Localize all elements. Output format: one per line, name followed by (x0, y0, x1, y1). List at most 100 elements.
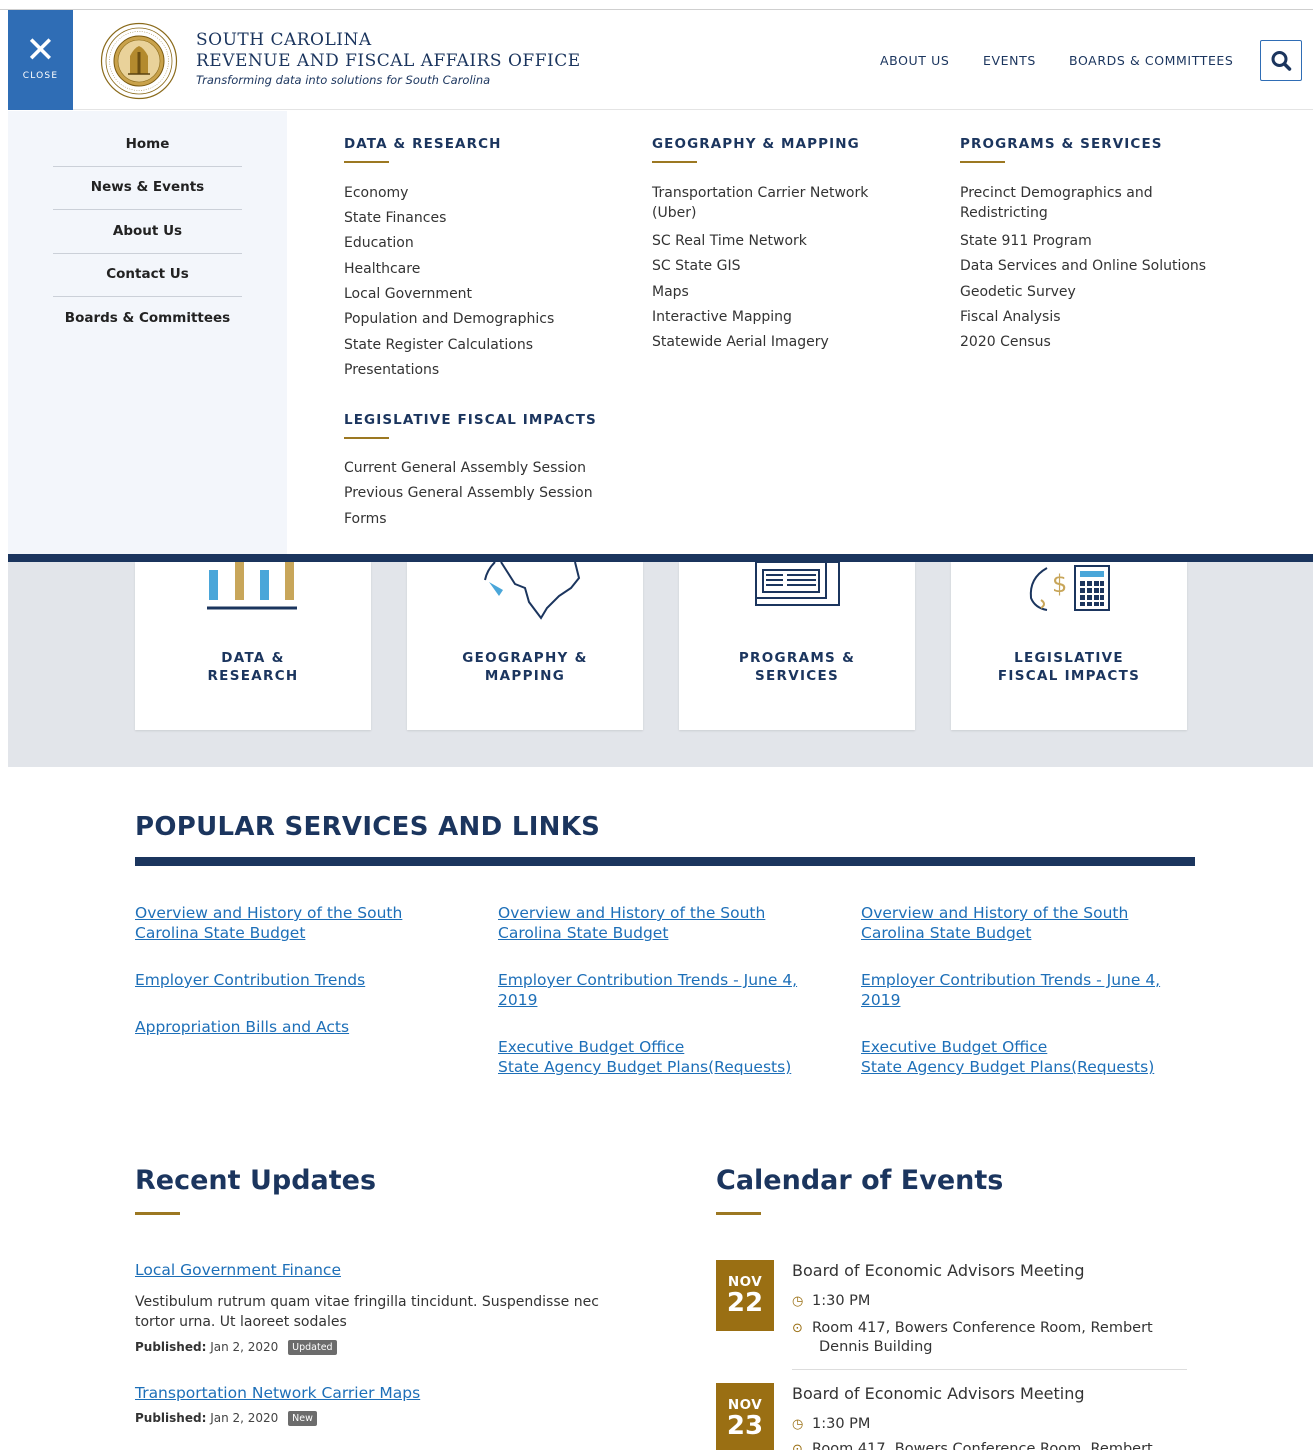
popular-link-employer-contribution[interactable]: Employer Contribution Trends (135, 970, 365, 990)
search-button[interactable] (1260, 40, 1302, 81)
site-name[interactable]: SOUTH CAROLINA REVENUE AND FISCAL AFFAIR… (196, 30, 581, 87)
status-badge: New (288, 1411, 317, 1426)
close-menu-button[interactable]: ✕ CLOSE (8, 10, 73, 110)
menu-link-sc-real-time-network[interactable]: SC Real Time Network (652, 231, 807, 251)
event-title[interactable]: Board of Economic Advisors Meeting (792, 1384, 1085, 1403)
top-border (0, 0, 1313, 10)
menu-link-economy[interactable]: Economy (344, 183, 408, 203)
event-date-badge: NOV 23 (716, 1383, 774, 1450)
link-line2: Carolina State Budget (135, 924, 306, 942)
menu-heading-legislative-fiscal-impacts[interactable]: LEGISLATIVE FISCAL IMPACTS (344, 412, 597, 428)
menu-heading-programs-services[interactable]: PROGRAMS & SERVICES (960, 136, 1163, 152)
recent-updates-underline (135, 1212, 180, 1215)
menu-link-interactive-mapping[interactable]: Interactive Mapping (652, 307, 792, 327)
event-location: ⊙ Room 417, Bowers Conference Room, Rembe… (792, 1319, 1153, 1356)
event-location-line2: Dennis Building (819, 1339, 933, 1355)
menu-link-state-911-program[interactable]: State 911 Program (960, 231, 1092, 251)
menu-link-statewide-aerial-imagery[interactable]: Statewide Aerial Imagery (652, 332, 829, 352)
link-line2: Carolina State Budget (861, 924, 1032, 942)
sidebar-divider (53, 296, 242, 297)
recent-update-meta: Published: Jan 2, 2020 Updated (135, 1340, 337, 1355)
heading-underline (960, 161, 1005, 163)
menu-link-transportation-carrier-network[interactable]: Transportation Carrier Network (Uber) (652, 183, 882, 223)
sidebar-item-about-us[interactable]: About Us (53, 223, 242, 239)
menu-link-sc-state-gis[interactable]: SC State GIS (652, 256, 740, 276)
event-time-text: 1:30 PM (812, 1293, 871, 1309)
recent-update-link[interactable]: Local Government Finance (135, 1261, 341, 1279)
menu-link-fiscal-analysis[interactable]: Fiscal Analysis (960, 307, 1061, 327)
menu-link-precinct-demographics[interactable]: Precinct Demographics and Redistricting (960, 183, 1170, 223)
menu-link-state-finances[interactable]: State Finances (344, 208, 446, 228)
menu-link-data-services[interactable]: Data Services and Online Solutions (960, 256, 1206, 276)
search-icon (1271, 51, 1292, 71)
sidebar-divider (53, 209, 242, 210)
site-tagline: Transforming data into solutions for Sou… (196, 73, 491, 87)
link-line1: Executive Budget Office (861, 1038, 1048, 1056)
tile-legislative-fiscal-impacts[interactable]: $ LEGISLATIVE FISCAL IMPACTS (951, 562, 1187, 730)
nav-events[interactable]: EVENTS (983, 53, 1036, 68)
map-pin-icon: ⊙ (792, 1442, 803, 1450)
tile-programs-services[interactable]: PROGRAMS & SERVICES (679, 562, 915, 730)
svg-text:$: $ (1052, 570, 1067, 598)
menu-link-education[interactable]: Education (344, 233, 414, 253)
popular-link-employer-contribution-2019[interactable]: Employer Contribution Trends - June 4, 20… (498, 970, 797, 1010)
mega-menu-sidebar: Home News & Events About Us Contact Us B… (8, 111, 287, 554)
site-header: ✕ CLOSE SOUTH CAROLINA REVENUE AND FISCA… (8, 10, 1313, 110)
heading-underline (344, 437, 389, 439)
state-map-icon (484, 562, 581, 620)
menu-link-local-government[interactable]: Local Government (344, 284, 472, 304)
menu-link-healthcare[interactable]: Healthcare (344, 259, 420, 279)
state-seal-logo[interactable] (100, 22, 178, 100)
event-divider (792, 1369, 1187, 1370)
event-location-line1: Room 417, Bowers Conference Room, Rember… (812, 1320, 1153, 1336)
link-line2: Carolina State Budget (498, 924, 669, 942)
menu-link-forms[interactable]: Forms (344, 509, 387, 529)
menu-link-previous-session[interactable]: Previous General Assembly Session (344, 483, 593, 503)
event-location: ⊙ Room 417, Bowers Conference Room, Rembe… (792, 1440, 1153, 1450)
event-time: ◷ 1:30 PM (792, 1292, 870, 1311)
popular-link-budget-overview[interactable]: Overview and History of the South Carolin… (861, 903, 1128, 943)
site-name-line2: REVENUE AND FISCAL AFFAIRS OFFICE (196, 51, 581, 71)
calculator-money-icon: $ (1029, 565, 1110, 611)
popular-services-title: POPULAR SERVICES AND LINKS (135, 812, 601, 842)
link-line1: Employer Contribution Trends (135, 971, 366, 989)
menu-link-presentations[interactable]: Presentations (344, 360, 439, 380)
menu-link-state-register-calculations[interactable]: State Register Calculations (344, 335, 533, 355)
sidebar-item-news-events[interactable]: News & Events (53, 179, 242, 195)
tile-caption-line1: PROGRAMS & (738, 650, 856, 666)
popular-link-executive-budget-office[interactable]: Executive Budget Office State Agency Budg… (498, 1037, 791, 1077)
tile-caption-line1: DATA & (221, 650, 285, 666)
event-title[interactable]: Board of Economic Advisors Meeting (792, 1261, 1085, 1280)
menu-link-geodetic-survey[interactable]: Geodetic Survey (960, 282, 1076, 302)
tile-geography-mapping[interactable]: GEOGRAPHY & MAPPING (407, 562, 643, 730)
popular-link-budget-overview[interactable]: Overview and History of the South Carolin… (135, 903, 402, 943)
menu-heading-geography-mapping[interactable]: GEOGRAPHY & MAPPING (652, 136, 860, 152)
tile-caption: LEGISLATIVE FISCAL IMPACTS (951, 649, 1187, 685)
sidebar-item-boards-committees[interactable]: Boards & Committees (53, 310, 242, 326)
published-date: Jan 2, 2020 (210, 1340, 279, 1354)
tile-data-research[interactable]: DATA & RESEARCH (135, 562, 371, 730)
sidebar-item-contact-us[interactable]: Contact Us (53, 266, 242, 282)
documents-icon (755, 562, 840, 606)
tile-caption-line2: FISCAL IMPACTS (997, 668, 1141, 684)
menu-heading-data-research[interactable]: DATA & RESEARCH (344, 136, 502, 152)
sidebar-item-home[interactable]: Home (53, 136, 242, 152)
menu-link-current-session[interactable]: Current General Assembly Session (344, 458, 586, 478)
tile-caption-line2: SERVICES (754, 668, 840, 684)
nav-about-us[interactable]: ABOUT US (880, 53, 949, 68)
popular-link-executive-budget-office[interactable]: Executive Budget Office State Agency Budg… (861, 1037, 1154, 1077)
event-day: 22 (726, 1288, 764, 1318)
heading-underline (652, 161, 697, 163)
clock-icon: ◷ (792, 1417, 804, 1432)
nav-boards-committees[interactable]: BOARDS & COMMITTEES (1069, 53, 1233, 68)
menu-link-2020-census[interactable]: 2020 Census (960, 332, 1051, 352)
popular-link-employer-contribution-2019[interactable]: Employer Contribution Trends - June 4, 20… (861, 970, 1160, 1010)
menu-link-population-demographics[interactable]: Population and Demographics (344, 309, 554, 329)
popular-link-budget-overview[interactable]: Overview and History of the South Carolin… (498, 903, 765, 943)
link-line1: Employer Contribution Trends - June 4, (861, 971, 1161, 989)
recent-update-link[interactable]: Transportation Network Carrier Maps (135, 1384, 420, 1402)
link-line1: Appropriation Bills and Acts (135, 1018, 350, 1036)
menu-link-maps[interactable]: Maps (652, 282, 689, 302)
tile-caption: DATA & RESEARCH (135, 649, 371, 685)
popular-link-appropriation-bills[interactable]: Appropriation Bills and Acts (135, 1017, 349, 1037)
